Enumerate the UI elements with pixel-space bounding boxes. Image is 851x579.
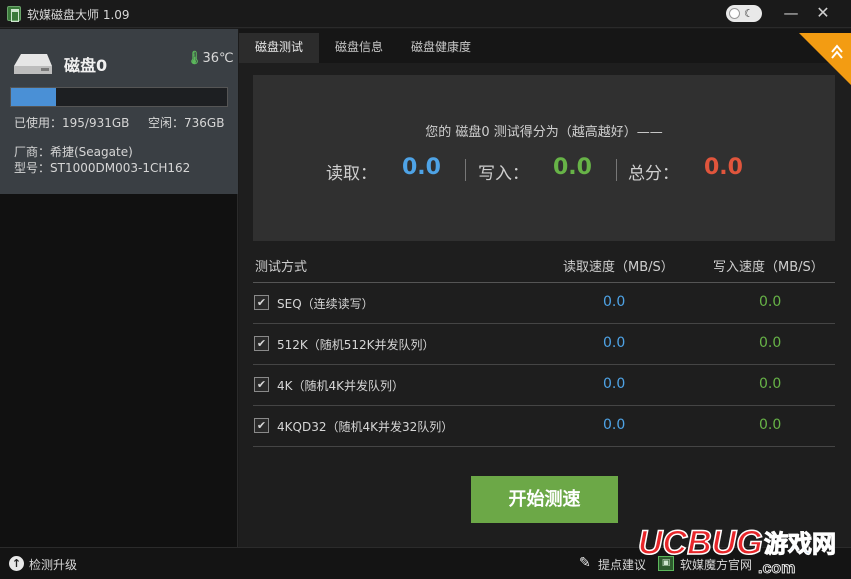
watermark-logo-text: UCBUG [638,524,763,562]
disk-usage-fill [11,88,57,106]
start-test-button[interactable]: 开始测速 [471,476,618,523]
table-row: ✔ SEQ（连续读写） 0.0 0.0 [253,283,835,324]
tab-disk-info[interactable]: 磁盘信息 [327,33,391,63]
test-table: 测试方式 读取速度（MB/S） 写入速度（MB/S） ✔ SEQ（连续读写） 0… [253,251,835,447]
table-row: ✔ 4KQD32（随机4K并发32队列） 0.0 0.0 [253,406,835,447]
write-speed-value: 0.0 [759,417,782,433]
tab-disk-health[interactable]: 磁盘健康度 [401,33,481,63]
test-label: 4K（随机4K并发队列） [277,379,405,393]
header-write-speed: 写入速度（MB/S） [713,260,824,275]
disk-model: 型号：ST1000DM003-1CH162 [14,161,191,175]
test-table-header: 测试方式 读取速度（MB/S） 写入速度（MB/S） [253,251,835,283]
table-row: ✔ 512K（随机512K并发队列） 0.0 0.0 [253,324,835,365]
tab-bar: 磁盘测试 磁盘信息 磁盘健康度 [239,29,851,63]
tab-disk-test[interactable]: 磁盘测试 [239,33,319,63]
score-divider [465,159,466,181]
disk-usage-bar [10,87,228,107]
total-score-label: 总分： [628,164,679,184]
checkbox[interactable]: ✔ [254,418,269,433]
read-speed-value: 0.0 [603,417,626,433]
close-button[interactable]: ✕ [810,2,836,24]
score-caption: 您的 磁盘0 测试得分为（越高越好）—— [425,125,663,140]
checkbox[interactable]: ✔ [254,377,269,392]
read-speed-value: 0.0 [603,335,626,351]
hard-disk-icon [14,54,52,74]
watermark-domain: .com [758,560,795,577]
header-read-speed: 读取速度（MB/S） [563,260,674,275]
table-row: ✔ 4K（随机4K并发队列） 0.0 0.0 [253,365,835,406]
watermark-logo: UCBUG 游戏网 .com [637,523,836,577]
test-label: 512K（随机512K并发队列） [277,338,435,352]
moon-icon: ☾ [744,7,754,20]
checkbox[interactable]: ✔ [254,295,269,310]
write-speed-value: 0.0 [759,294,782,310]
test-label: 4KQD32（随机4K并发32队列） [277,420,454,434]
app-logo-icon [7,6,21,22]
score-panel: 您的 磁盘0 测试得分为（越高越好）—— 读取： 0.0 写入： 0.0 总分：… [253,75,835,241]
read-speed-value: 0.0 [603,294,626,310]
theme-toggle[interactable]: ☾ [726,5,762,22]
sidebar: 磁盘0 🌡︎36℃ 已使用：195/931GB 空闲：736GB 厂商：希捷(S… [0,29,238,547]
write-score-value: 0.0 [553,155,592,180]
write-speed-value: 0.0 [759,335,782,351]
toggle-knob-icon [729,8,740,19]
watermark-cn-text: 游戏网 [764,530,836,558]
score-divider [616,159,617,181]
free-space: 空闲：736GB [148,116,225,130]
test-label: SEQ（连续读写） [277,297,374,311]
temperature-value: 36℃ [202,51,234,66]
title-bar: 软媒磁盘大师 1.09 ☾ — ✕ [0,0,851,28]
disk-card[interactable]: 磁盘0 🌡︎36℃ 已使用：195/931GB 空闲：736GB 厂商：希捷(S… [0,29,238,194]
header-method: 测试方式 [255,260,308,275]
check-update-link[interactable]: 检测升级 [29,556,77,573]
pen-icon: ✎ [579,555,591,571]
disk-name: 磁盘0 [64,56,108,75]
main-panel: 磁盘测试 磁盘信息 磁盘健康度 您的 磁盘0 测试得分为（越高越好）—— 读取：… [239,29,851,547]
window-title: 软媒磁盘大师 1.09 [27,8,130,22]
read-speed-value: 0.0 [603,376,626,392]
upload-icon: ↑ [9,556,24,571]
read-score-label: 读取： [326,164,377,184]
thermometer-icon: 🌡︎ [186,51,203,66]
temperature: 🌡︎36℃ [186,51,234,66]
write-speed-value: 0.0 [759,376,782,392]
read-score-value: 0.0 [402,155,441,180]
disk-vendor: 厂商：希捷(Seagate) [14,145,133,159]
checkbox[interactable]: ✔ [254,336,269,351]
write-score-label: 写入： [478,164,529,184]
minimize-button[interactable]: — [778,2,804,24]
total-score-value: 0.0 [704,155,743,180]
used-space: 已使用：195/931GB [14,116,130,130]
